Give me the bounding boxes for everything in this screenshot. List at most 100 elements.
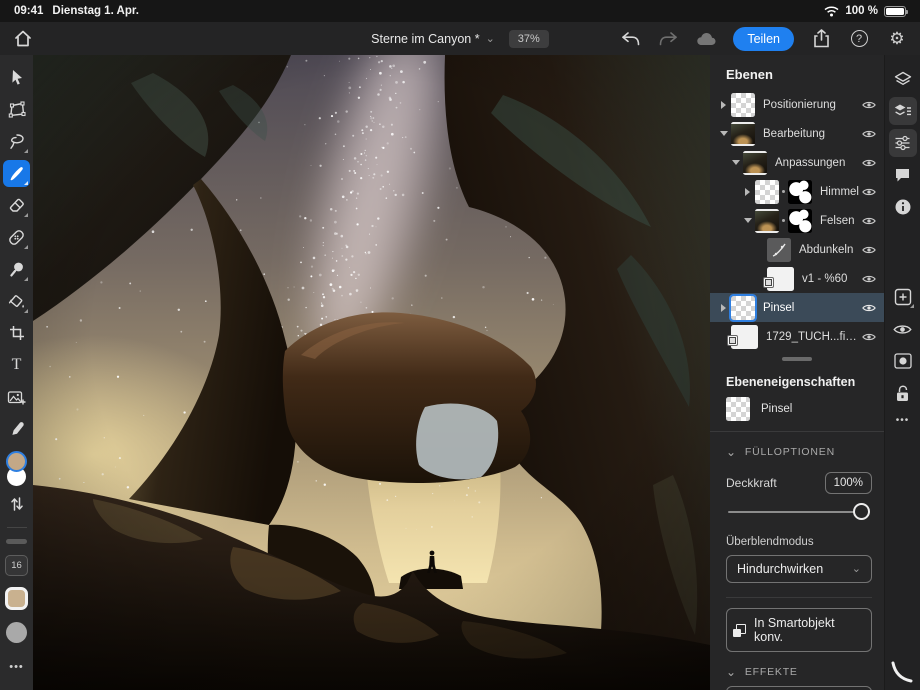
toolbar-more-button[interactable]: ••• <box>9 661 24 673</box>
brush-tool[interactable] <box>3 159 30 187</box>
zoom-level-badge[interactable]: 37% <box>508 29 549 48</box>
layer-row-pinsel-selected[interactable]: Pinsel <box>710 293 884 322</box>
dodge-tool[interactable] <box>3 256 30 283</box>
eyedropper-icon <box>11 422 24 435</box>
collapse-icon[interactable] <box>718 131 729 136</box>
expand-icon[interactable] <box>718 101 729 109</box>
brush-preview[interactable] <box>6 621 27 643</box>
info-button[interactable] <box>889 193 917 221</box>
layer-thumbnail[interactable] <box>755 208 779 233</box>
effects-section-header[interactable]: ⌄ EFFEKTE <box>710 652 884 682</box>
opacity-slider[interactable] <box>728 502 870 522</box>
layer-thumbnail[interactable] <box>755 179 779 204</box>
layer-row-himmel[interactable]: Himmel <box>710 177 884 206</box>
visibility-toggle[interactable] <box>862 187 876 197</box>
fill-tool[interactable] <box>3 288 30 315</box>
layer-thumbnail[interactable] <box>729 293 757 322</box>
document-canvas[interactable] <box>33 55 710 690</box>
move-tool-icon <box>11 69 22 85</box>
comments-button[interactable] <box>889 161 917 189</box>
properties-button[interactable] <box>888 129 917 157</box>
lasso-tool-icon <box>10 133 24 149</box>
brush-color-swatch[interactable] <box>5 586 28 610</box>
opacity-value-field[interactable]: 100% <box>824 472 872 494</box>
adjustment-layer-thumbnail[interactable] <box>767 237 791 262</box>
smart-object-thumbnail[interactable] <box>763 266 794 291</box>
blend-mode-dropdown[interactable]: Hindurchwirken ⌄ <box>726 555 872 583</box>
move-tool[interactable] <box>3 64 30 91</box>
layer-row-1729-tuch[interactable]: 1729_TUCH...final-NR33 <box>710 322 884 351</box>
layers-stack-button[interactable] <box>889 65 917 93</box>
layer-row-bearbeitung[interactable]: Bearbeitung <box>710 119 884 148</box>
swap-colors-button[interactable] <box>3 490 30 517</box>
visibility-toggle[interactable] <box>862 274 876 284</box>
share-sheet-icon <box>813 29 829 48</box>
layer-mask-thumbnail[interactable] <box>788 179 812 204</box>
corner-resize-handle[interactable] <box>890 660 914 684</box>
type-tool[interactable]: T <box>3 352 30 379</box>
section-divider <box>726 597 872 598</box>
layer-thumbnail[interactable] <box>731 92 755 117</box>
layer-thumbnail[interactable] <box>743 150 767 175</box>
eyedropper-tool[interactable] <box>3 416 30 443</box>
settings-button[interactable]: ⚙ <box>886 28 908 50</box>
home-button[interactable] <box>12 28 34 50</box>
redo-button[interactable] <box>657 28 679 50</box>
eraser-tool[interactable] <box>3 192 30 219</box>
layers-panel: Ebenen Positionierung Bearbeitung Anpass… <box>710 55 884 690</box>
collapse-icon[interactable] <box>730 160 741 165</box>
add-mask-button[interactable] <box>889 347 917 375</box>
document-title[interactable]: Sterne im Canyon * ⌄ <box>371 32 495 46</box>
help-button[interactable]: ? <box>848 28 870 50</box>
visibility-toggle[interactable] <box>862 332 876 342</box>
transform-tool[interactable] <box>3 96 30 123</box>
layer-mask-thumbnail[interactable] <box>788 208 812 233</box>
crop-tool[interactable] <box>3 320 30 347</box>
toolbar-drag-handle[interactable] <box>6 538 27 544</box>
swap-colors-icon <box>10 496 23 511</box>
visibility-toggle[interactable] <box>862 303 876 313</box>
foreground-color-swatch[interactable] <box>6 451 27 472</box>
expand-icon[interactable] <box>742 188 753 196</box>
add-layer-button[interactable] <box>889 283 917 311</box>
fill-options-section-header[interactable]: ⌄ FÜLLOPTIONEN <box>710 432 884 462</box>
share-button[interactable]: Teilen <box>733 26 794 51</box>
cloud-sync-button[interactable] <box>695 28 717 50</box>
layer-row-felsen[interactable]: Felsen <box>710 206 884 235</box>
layers-panel-title: Ebenen <box>726 67 773 82</box>
expand-icon[interactable] <box>718 304 729 312</box>
add-layer-effect-button[interactable]: fx Ebeneneffekt hinzuf. <box>726 686 872 690</box>
undo-button[interactable] <box>619 28 641 50</box>
layer-visibility-button[interactable] <box>889 315 917 343</box>
selected-layer-name: Pinsel <box>761 403 793 415</box>
place-image-tool[interactable] <box>3 384 30 411</box>
redo-icon <box>659 31 677 45</box>
visibility-toggle[interactable] <box>862 245 876 255</box>
visibility-toggle[interactable] <box>862 158 876 168</box>
collapse-icon[interactable] <box>742 218 753 223</box>
visibility-toggle[interactable] <box>862 129 876 139</box>
lasso-tool[interactable] <box>3 128 30 155</box>
subtool-indicator <box>24 308 28 313</box>
brush-size-indicator[interactable]: 16 <box>5 554 28 576</box>
layer-row-abdunkeln[interactable]: Abdunkeln <box>710 235 884 264</box>
layer-row-positionierung[interactable]: Positionierung <box>710 90 884 119</box>
visibility-toggle[interactable] <box>862 216 876 226</box>
place-image-icon <box>7 390 26 404</box>
lock-layer-button[interactable] <box>889 379 917 407</box>
layer-list-button[interactable] <box>888 97 917 125</box>
gear-icon: ⚙ <box>889 29 905 48</box>
convert-smart-object-button[interactable]: In Smartobjekt konv. <box>726 608 872 652</box>
panel-resize-handle[interactable] <box>782 357 812 361</box>
slider-knob[interactable] <box>853 503 870 520</box>
layer-thumbnail[interactable] <box>731 121 755 146</box>
healing-brush-tool[interactable] <box>3 224 30 251</box>
more-options-button[interactable]: ••• <box>896 415 910 426</box>
subtool-indicator <box>24 148 28 153</box>
layer-row-anpassungen[interactable]: Anpassungen <box>710 148 884 177</box>
export-button[interactable] <box>810 28 832 50</box>
smart-object-thumbnail[interactable] <box>727 324 758 349</box>
layer-row-v1[interactable]: v1 - %60 <box>710 264 884 293</box>
visibility-toggle[interactable] <box>862 100 876 110</box>
chevron-down-icon: ⌄ <box>726 445 737 459</box>
